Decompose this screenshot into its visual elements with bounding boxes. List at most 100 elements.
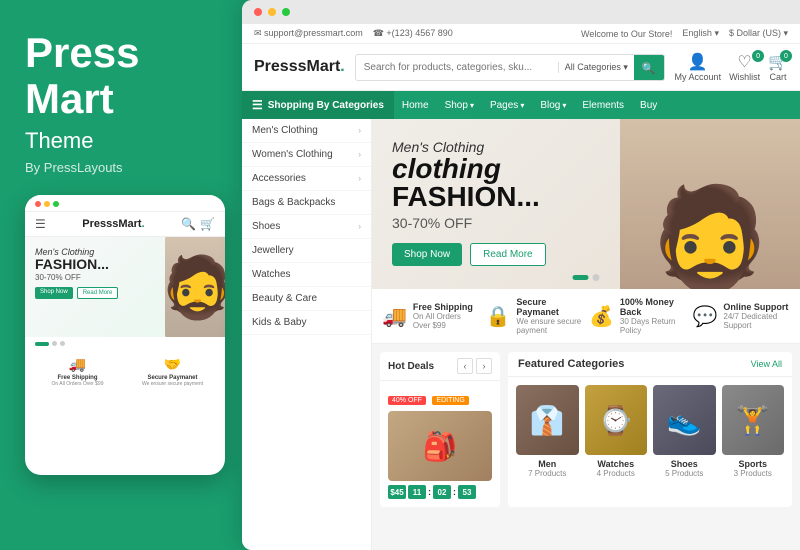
mobile-hamburger-icon: ☰ <box>35 217 46 231</box>
sidebar-item-shoes[interactable]: Shoes › <box>242 215 371 239</box>
nav-pages[interactable]: Pages▾ <box>482 93 532 118</box>
cat-men[interactable]: 👔 Men 7 Products <box>516 385 579 478</box>
categories-btn[interactable]: ☰ Shopping By Categories <box>242 91 394 119</box>
cart-label: Cart <box>770 72 787 82</box>
mobile-shop-btn[interactable]: Shop Now <box>35 287 73 299</box>
sidebar-arrow-1: › <box>358 150 361 159</box>
nav-shop[interactable]: Shop▾ <box>437 93 482 118</box>
main-nav: ☰ Shopping By Categories Home Shop▾ Page… <box>242 91 800 119</box>
blog-chevron: ▾ <box>562 101 566 110</box>
hot-deals-next[interactable]: › <box>476 358 492 374</box>
browser-chrome <box>242 0 800 24</box>
mobile-nav: ☰ PresssMart. 🔍 🛒 <box>25 212 225 237</box>
timer-price: $45 <box>388 485 406 499</box>
cat-watches[interactable]: ⌚ Watches 4 Products <box>585 385 648 478</box>
sidebar-arrow-4: › <box>358 222 361 231</box>
sidebar-item-beauty[interactable]: Beauty & Care <box>242 287 371 311</box>
nav-blog[interactable]: Blog▾ <box>532 93 574 118</box>
mobile-hero-off: 30-70% OFF <box>35 273 215 282</box>
currency-selector[interactable]: $ Dollar (US) ▾ <box>729 28 788 39</box>
mobile-chrome <box>25 195 225 212</box>
language-selector[interactable]: English ▾ <box>682 28 719 39</box>
top-info-right: Welcome to Our Store! English ▾ $ Dollar… <box>581 28 788 39</box>
sidebar-item-jewellery[interactable]: Jewellery <box>242 239 371 263</box>
hero-banner: Men's Clothing clothing FASHION... 30-70… <box>372 119 800 289</box>
sports-icon: 🏋️ <box>735 404 770 437</box>
mobile-header-icons: 🔍 🛒 <box>181 217 215 231</box>
hero-ind-active <box>573 275 589 280</box>
mobile-hero-main: FASHION... <box>35 257 215 271</box>
nav-buy[interactable]: Buy <box>632 93 665 118</box>
shoes-cat-count: 5 Products <box>653 469 716 478</box>
mobile-feature-shipping: 🚚 Free Shipping On All Orders Over $99 <box>33 356 122 387</box>
browser-window: ✉ support@pressmart.com ☎ +(123) 4567 89… <box>242 0 800 550</box>
site-logo: PresssMart. <box>254 58 345 76</box>
sidebar-item-kids[interactable]: Kids & Baby <box>242 311 371 335</box>
pages-chevron: ▾ <box>520 101 524 110</box>
wishlist-label: Wishlist <box>729 72 760 82</box>
sidebar-item-bags[interactable]: Bags & Backpacks <box>242 191 371 215</box>
view-all-btn[interactable]: View All <box>751 359 782 369</box>
browser-dot-green <box>282 8 290 16</box>
cart-btn[interactable]: 🛒 0 Cart <box>768 52 788 82</box>
shoes-category-image: 👟 <box>653 385 716 455</box>
search-icon: 🔍 <box>642 63 656 75</box>
feature-sub-4: 24/7 Dedicated Support <box>723 312 790 330</box>
feature-title-3: 100% Money Back <box>620 297 687 317</box>
brand-by: By PressLayouts <box>25 160 123 175</box>
sports-category-image: 🏋️ <box>722 385 785 455</box>
featured-categories: Featured Categories View All 👔 Men 7 Pro… <box>508 352 792 507</box>
hero-person-image: 🧔 <box>620 119 800 289</box>
feature-sub-3: 30 Days Return Policy <box>620 317 687 335</box>
sidebar-item-womens-clothing[interactable]: Women's Clothing › <box>242 143 371 167</box>
sidebar-item-watches[interactable]: Watches <box>242 263 371 287</box>
left-panel: Press Mart Theme By PressLayouts ☰ Press… <box>0 0 245 550</box>
shop-now-btn[interactable]: Shop Now <box>392 243 462 266</box>
men-category-image: 👔 <box>516 385 579 455</box>
mobile-hero: Men's Clothing FASHION... 30-70% OFF Sho… <box>25 237 225 337</box>
truck-icon: 🚚 <box>382 304 407 329</box>
money-icon: 💰 <box>589 304 614 329</box>
search-input[interactable] <box>364 62 558 73</box>
hero-discount: 30-70% OFF <box>392 215 546 231</box>
wishlist-btn[interactable]: ♡ 0 Wishlist <box>729 52 760 82</box>
feature-sub-1: On All Orders Over $99 <box>413 312 480 330</box>
sports-cat-count: 3 Products <box>722 469 785 478</box>
mobile-dot-yellow <box>44 201 50 207</box>
hero-ind-1 <box>593 274 600 281</box>
my-account-label: My Account <box>675 72 722 82</box>
mobile-read-btn[interactable]: Read More <box>77 287 119 299</box>
nav-elements[interactable]: Elements <box>574 93 632 118</box>
sidebar-item-mens-clothing[interactable]: Men's Clothing › <box>242 119 371 143</box>
read-more-btn[interactable]: Read More <box>470 243 545 266</box>
mobile-dot-green <box>53 201 59 207</box>
cat-shoes[interactable]: 👟 Shoes 5 Products <box>653 385 716 478</box>
mobile-feature-sub-2: We ensure secure payment <box>128 381 217 387</box>
men-cat-count: 7 Products <box>516 469 579 478</box>
main-content: Men's Clothing clothing FASHION... 30-70… <box>372 119 800 550</box>
chat-icon: 💬 <box>693 304 718 329</box>
lock-icon: 🔒 <box>486 304 511 329</box>
cart-badge: 0 <box>780 50 792 62</box>
deal-timer: $45 11 : 02 : 53 <box>388 485 492 499</box>
browser-body: ✉ support@pressmart.com ☎ +(123) 4567 89… <box>242 24 800 119</box>
bottom-section: Hot Deals ‹ › 40% OFF EDITING 🎒 $45 11 <box>372 344 800 515</box>
mobile-mockup: ☰ PresssMart. 🔍 🛒 Men's Clothing FASHION… <box>25 195 225 475</box>
search-button[interactable]: 🔍 <box>634 55 664 80</box>
feature-payment: 🔒 Secure Paymanet We ensure secure payme… <box>486 297 584 335</box>
browser-dot-yellow <box>268 8 276 16</box>
search-bar: All Categories ▾ 🔍 <box>355 54 665 81</box>
men-icon: 👔 <box>530 404 565 437</box>
my-account-btn[interactable]: 👤 My Account <box>675 52 722 82</box>
search-category[interactable]: All Categories ▾ <box>558 62 628 73</box>
hot-deals-prev[interactable]: ‹ <box>457 358 473 374</box>
hamburger-icon: ☰ <box>252 98 263 112</box>
nav-home[interactable]: Home <box>394 93 437 118</box>
cat-sports[interactable]: 🏋️ Sports 3 Products <box>722 385 785 478</box>
indicator-active <box>35 342 49 346</box>
hot-deal-item: 40% OFF EDITING 🎒 $45 11 : 02 : 53 <box>380 381 500 507</box>
email-info: ✉ support@pressmart.com <box>254 28 363 39</box>
mobile-handshake-icon: 🤝 <box>128 356 217 373</box>
sidebar-item-accessories[interactable]: Accessories › <box>242 167 371 191</box>
hot-deals-nav: ‹ › <box>457 358 492 374</box>
